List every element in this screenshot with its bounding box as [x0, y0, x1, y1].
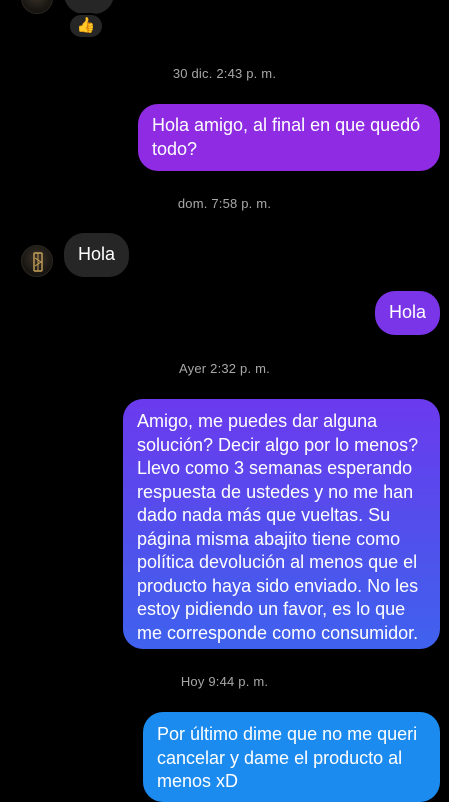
- message-timestamp: 30 dic. 2:43 p. m.: [172, 66, 277, 81]
- message-text: Hola amigo, al final en que quedó todo?: [152, 115, 421, 159]
- avatar[interactable]: [21, 0, 53, 14]
- outgoing-message-bubble[interactable]: Hola amigo, al final en que quedó todo?: [138, 104, 440, 171]
- avatar[interactable]: [21, 245, 53, 277]
- incoming-message-bubble[interactable]: Hola: [64, 233, 129, 277]
- outgoing-message-bubble[interactable]: Amigo, me puedes dar alguna solución? De…: [123, 399, 440, 649]
- message-text: Hola: [78, 244, 116, 264]
- message-text: Por último dime que no me queri cancelar…: [157, 724, 418, 791]
- outgoing-message-bubble[interactable]: Por último dime que no me queri cancelar…: [143, 712, 440, 802]
- message-timestamp: dom. 7:58 p. m.: [177, 196, 272, 211]
- reaction-badge[interactable]: 👍: [68, 13, 104, 39]
- incoming-message-bubble-cut[interactable]: [64, 0, 114, 14]
- thumbs-up-icon: 👍: [76, 17, 96, 34]
- message-text: Amigo, me puedes dar alguna solución? De…: [137, 411, 419, 643]
- message-text: Hola: [389, 302, 427, 322]
- profile-logo-icon: [33, 252, 43, 272]
- message-timestamp: Ayer 2:32 p. m.: [179, 361, 270, 376]
- message-timestamp: Hoy 9:44 p. m.: [180, 674, 269, 689]
- outgoing-message-bubble[interactable]: Hola: [375, 291, 440, 335]
